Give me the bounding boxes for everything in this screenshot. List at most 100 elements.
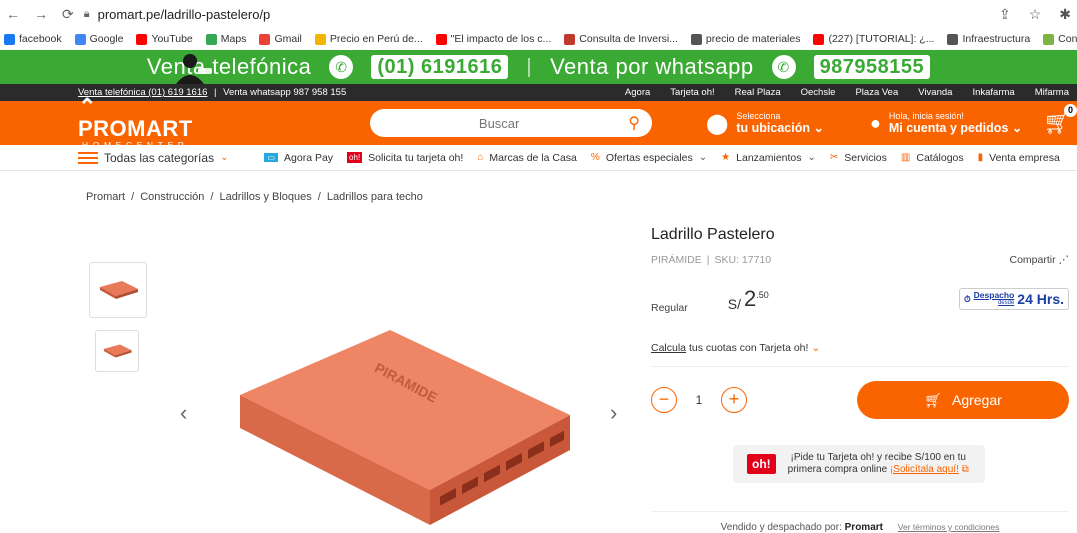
category-nav-item[interactable]: ★ Lanzamientos ⌄ [721, 152, 816, 164]
category-nav-item[interactable]: oh! Solicita tu tarjeta oh! [347, 152, 463, 164]
bookmark-item[interactable]: (227) [TUTORIAL]: ¿... [813, 33, 934, 45]
topbar-link[interactable]: Vivanda [918, 87, 952, 98]
oh-logo: oh! [747, 454, 776, 474]
hamburger-icon [78, 149, 98, 167]
breadcrumb-item[interactable]: Construcción [140, 191, 204, 203]
product-main-image: PIRAMIDE [240, 330, 570, 525]
breadcrumb-item[interactable]: Promart [86, 191, 125, 203]
all-categories-menu[interactable]: Todas las categorías ⌄ [78, 149, 228, 167]
thumbnail-2[interactable] [95, 330, 139, 372]
increase-quantity-button[interactable]: + [721, 387, 747, 413]
back-arrow-icon[interactable]: ← [6, 6, 20, 23]
bookmark-item[interactable]: YouTube [136, 33, 193, 45]
terms-link[interactable]: Ver términos y condiciones [898, 522, 1000, 532]
brick-thumbnail-image [103, 344, 132, 358]
category-nav-item[interactable]: ⌂ Marcas de la Casa [477, 152, 577, 164]
bookmark-label: Controlar los costos... [1058, 33, 1077, 45]
topbar-link[interactable]: Plaza Vea [855, 87, 898, 98]
youtube-icon [136, 33, 148, 45]
promo-link[interactable]: ¡Solicítala aquí! [890, 464, 959, 475]
bookmark-label: Precio en Perú de... [329, 33, 423, 45]
topbar-link[interactable]: Tarjeta oh! [670, 87, 714, 98]
bookmark-item[interactable]: Infraestructura [947, 33, 1030, 45]
bookmark-item[interactable]: Google [74, 33, 123, 45]
share-button[interactable]: Compartir ⋰ [1009, 254, 1069, 266]
topbar-link[interactable]: Real Plaza [735, 87, 781, 98]
url-text[interactable]: promart.pe/ladrillo-pastelero/p [98, 7, 271, 22]
category-nav-item[interactable]: ▭ Agora Pay [264, 152, 333, 164]
bookmark-label: "El impacto de los c... [450, 33, 552, 45]
site-icon [1043, 33, 1055, 45]
bookmark-item[interactable]: Gmail [259, 33, 302, 45]
search-input[interactable] [370, 115, 629, 131]
installments-calculator[interactable]: Calcula tus cuotas con Tarjeta oh! ⌄ [651, 342, 1069, 367]
decrease-quantity-button[interactable]: − [651, 387, 677, 413]
bookmark-star-icon[interactable]: ☆ [1029, 6, 1042, 23]
banner-phone-number[interactable]: (01) 6191616 [371, 55, 509, 79]
bookmark-item[interactable]: Controlar los costos... [1043, 33, 1077, 45]
whatsapp-icon: ✆ [771, 55, 796, 79]
bookmark-item[interactable]: Maps [205, 33, 247, 45]
breadcrumb-separator: / [317, 191, 321, 203]
breadcrumb: Promart / Construcción / Ladrillos y Bloques… [86, 191, 423, 203]
promart-logo[interactable]: ⌃ PROMART HOMECENTER [78, 96, 218, 151]
bookmark-item[interactable]: Consulta de Inversi... [564, 33, 678, 45]
bookmark-item[interactable]: "El impacto de los c... [435, 33, 552, 45]
topbar-link[interactable]: Inkafarma [972, 87, 1014, 98]
forward-arrow-icon[interactable]: → [34, 6, 48, 23]
search-icon[interactable]: ⚲ [628, 113, 640, 133]
chevron-down-icon: ⌄ [1011, 120, 1023, 135]
bookmark-item[interactable]: facebook [4, 33, 62, 45]
product-title: Ladrillo Pastelero [651, 226, 775, 243]
extensions-icon[interactable]: ✱ [1059, 6, 1071, 23]
category-nav-item[interactable]: % Ofertas especiales ⌄ [591, 152, 707, 164]
bookmark-label: YouTube [151, 33, 193, 45]
add-to-cart-button[interactable]: 🛒︎ Agregar [857, 381, 1069, 419]
banner-whatsapp-number[interactable]: 987958155 [813, 55, 931, 79]
bookmark-item[interactable]: precio de materiales [690, 33, 800, 45]
promo-line-1: ¡Pide tu Tarjeta oh! y recibe S/100 en t… [790, 452, 966, 463]
cart-count-badge: 0 [1064, 104, 1077, 117]
price-integer: 2 [744, 286, 757, 311]
topbar-link[interactable]: Agora [625, 87, 650, 98]
despacho-badge: ⏱︎ Despacho desde 24 Hrs. [959, 288, 1069, 310]
despacho-label: Despacho [973, 290, 1015, 300]
quantity-value[interactable]: 1 [677, 393, 721, 407]
star-icon: ★ [721, 152, 731, 163]
thumbnail-1[interactable] [89, 262, 147, 318]
location-top-text: Selecciona [736, 110, 781, 121]
cart-button[interactable]: 🛒︎ 0 [1043, 104, 1077, 136]
topbar-link[interactable]: Oechsle [801, 87, 836, 98]
calc-link[interactable]: Calcula [651, 342, 686, 354]
seller-info: Vendido y despachado por: Promart Ver té… [651, 511, 1069, 533]
category-nav-item[interactable]: ▮ Venta empresa [978, 152, 1060, 164]
account-top-text: Hola, inicia sesión! [888, 110, 964, 121]
external-link-icon: ⧉ [961, 464, 969, 475]
prev-image-chevron-icon[interactable]: ‹ [180, 400, 187, 426]
agora-icon: ▭ [264, 153, 279, 162]
bookmark-label: Maps [220, 33, 247, 45]
breadcrumb-separator: / [210, 191, 214, 203]
topbar-link[interactable]: Mifarma [1035, 87, 1069, 98]
breadcrumb-item[interactable]: Ladrillos y Bloques [219, 191, 311, 203]
breadcrumb-item[interactable]: Ladrillos para techo [327, 191, 423, 203]
category-nav-label: Marcas de la Casa [489, 151, 577, 164]
address-bar[interactable]: 🔒︎ promart.pe/ladrillo-pastelero/p [84, 7, 999, 22]
percent-icon: % [590, 152, 600, 163]
price-decimal: .50 [756, 290, 769, 300]
reload-icon[interactable]: ⟳ [62, 6, 74, 23]
meta-separator: | [706, 254, 710, 266]
bars-icon: ▮ [977, 152, 984, 163]
account-menu[interactable]: ● Hola, inicia sesión! Mi cuenta y pedid… [870, 111, 1022, 136]
location-pin-icon: ⬤ [706, 112, 729, 135]
search-box[interactable]: ⚲ [370, 109, 652, 137]
facebook-icon [4, 33, 15, 45]
cart-icon: 🛒︎ [924, 391, 942, 408]
seller-name: Promart [844, 522, 883, 533]
share-icon[interactable]: ⇪ [999, 6, 1011, 23]
bookmark-item[interactable]: Precio en Perú de... [314, 33, 423, 45]
location-selector[interactable]: ⬤ Selecciona tu ubicación ⌄ [706, 111, 824, 136]
category-nav-item[interactable]: ✂ Servicios [830, 152, 887, 164]
next-image-chevron-icon[interactable]: › [610, 400, 617, 426]
category-nav-item[interactable]: ▥ Catálogos [901, 152, 964, 164]
